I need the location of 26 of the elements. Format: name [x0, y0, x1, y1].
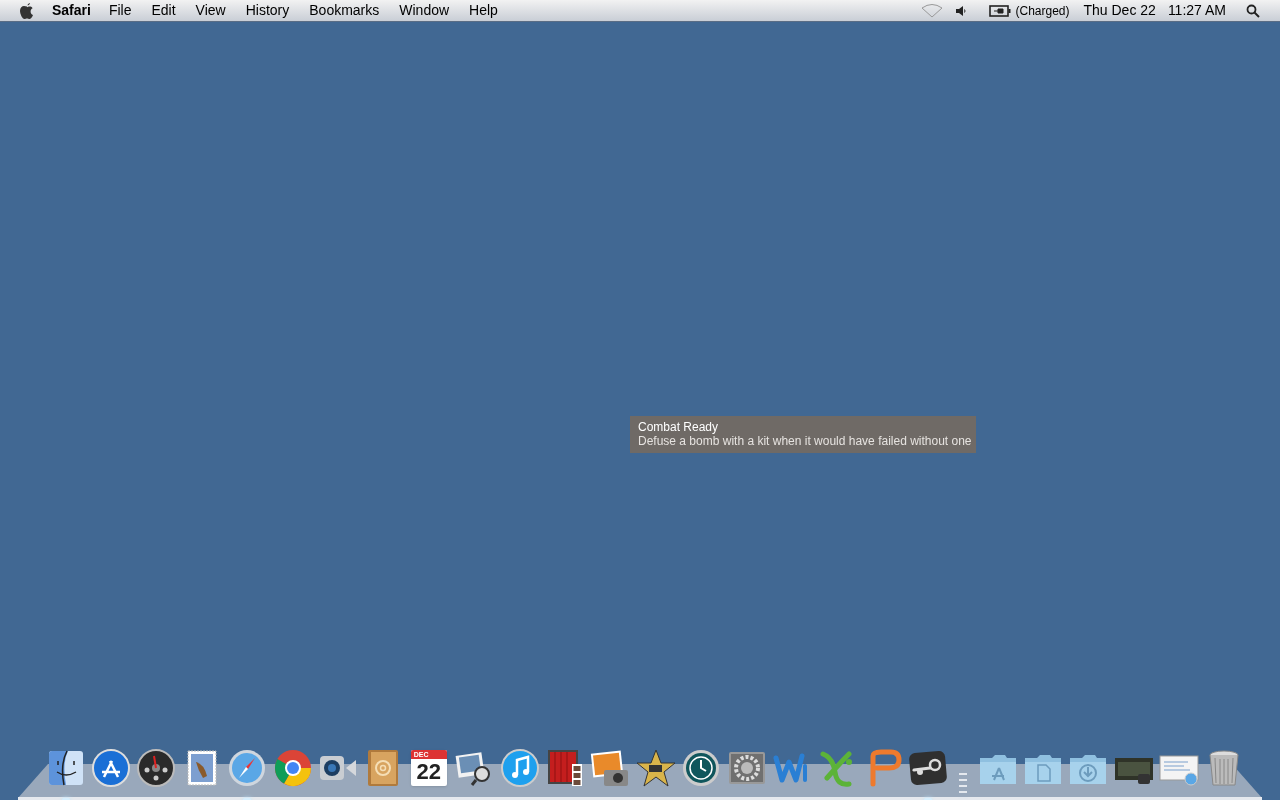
- menu-item[interactable]: Help: [469, 0, 498, 21]
- menu-item[interactable]: Edit: [151, 0, 176, 21]
- clock-icon[interactable]: [681, 748, 722, 788]
- gauge-icon[interactable]: [136, 748, 177, 788]
- menu-item[interactable]: Bookmarks: [309, 0, 380, 21]
- battery-icon[interactable]: [989, 4, 1012, 17]
- speaker-icon[interactable]: [955, 4, 968, 17]
- calendar-day: 22: [416, 759, 442, 785]
- menu-clock[interactable]: 11:27 AM: [1167, 0, 1226, 21]
- music-note-icon[interactable]: [499, 748, 540, 788]
- menu-item[interactable]: History: [245, 0, 290, 21]
- app-store-icon[interactable]: [91, 748, 132, 788]
- app-menu[interactable]: Safari: [52, 0, 91, 21]
- compass-icon[interactable]: [227, 748, 268, 788]
- menu-item[interactable]: File: [108, 0, 132, 21]
- curtain-photos-icon[interactable]: [545, 748, 585, 788]
- star-icon[interactable]: [635, 748, 676, 788]
- apple-logo-icon[interactable]: [19, 1, 35, 20]
- ring-logo-icon[interactable]: [272, 748, 313, 788]
- tooltip-title: Combat Ready: [638, 420, 720, 434]
- search-icon[interactable]: [1246, 3, 1260, 18]
- photo-camera-icon[interactable]: [590, 748, 631, 788]
- menu-item[interactable]: View: [195, 0, 226, 21]
- menu-item[interactable]: Window: [399, 0, 450, 21]
- menu-date[interactable]: Thu Dec 22: [1083, 0, 1156, 21]
- battery-status[interactable]: (Charged): [1015, 1, 1070, 20]
